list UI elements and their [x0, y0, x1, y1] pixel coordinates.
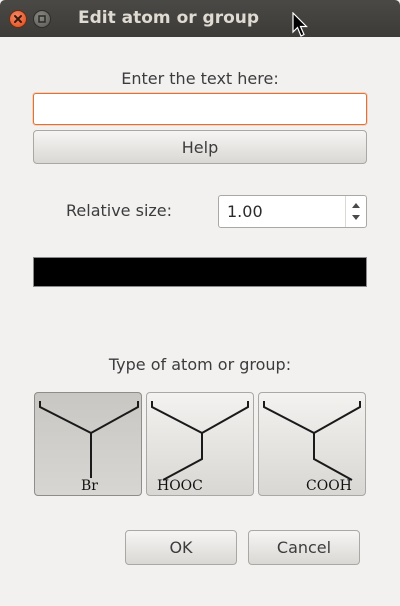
cancel-button[interactable]: Cancel — [248, 530, 360, 565]
atom-text-input[interactable] — [33, 93, 367, 125]
bond-structure-cooh-icon: COOH — [263, 401, 361, 494]
title-bar: Edit atom or group — [0, 0, 400, 37]
type-button-hooc[interactable]: HOOC — [146, 392, 254, 496]
mouse-pointer-icon — [292, 12, 308, 37]
color-selector[interactable] — [33, 257, 367, 287]
relative-size-value: 1.00 — [227, 202, 263, 221]
bond-structure-hooc-icon: HOOC — [151, 401, 249, 494]
bond-structure-br-icon: Br — [39, 401, 139, 494]
help-button-label: Help — [181, 137, 219, 157]
ok-button[interactable]: OK — [125, 530, 237, 565]
type-button-br[interactable]: Br — [34, 392, 142, 496]
help-button[interactable]: Help — [33, 130, 367, 164]
ok-button-label: OK — [169, 538, 193, 557]
spin-up-down-icon — [352, 203, 360, 220]
cancel-button-label: Cancel — [276, 538, 332, 557]
type-br-text: Br — [81, 478, 98, 494]
minimize-icon — [38, 15, 46, 23]
type-cooh-text: COOH — [306, 478, 352, 494]
close-window-button[interactable] — [9, 10, 27, 28]
spin-arrows[interactable] — [345, 196, 366, 227]
relative-size-spinbox[interactable]: 1.00 — [218, 195, 367, 228]
type-button-cooh[interactable]: COOH — [258, 392, 366, 496]
minimize-window-button[interactable] — [33, 10, 51, 28]
relative-size-label: Relative size: — [66, 201, 173, 220]
type-hooc-text: HOOC — [157, 478, 203, 494]
window-title: Edit atom or group — [78, 8, 260, 28]
type-label: Type of atom or group: — [108, 355, 292, 374]
close-icon — [14, 15, 22, 23]
text-prompt-label: Enter the text here: — [121, 69, 279, 88]
